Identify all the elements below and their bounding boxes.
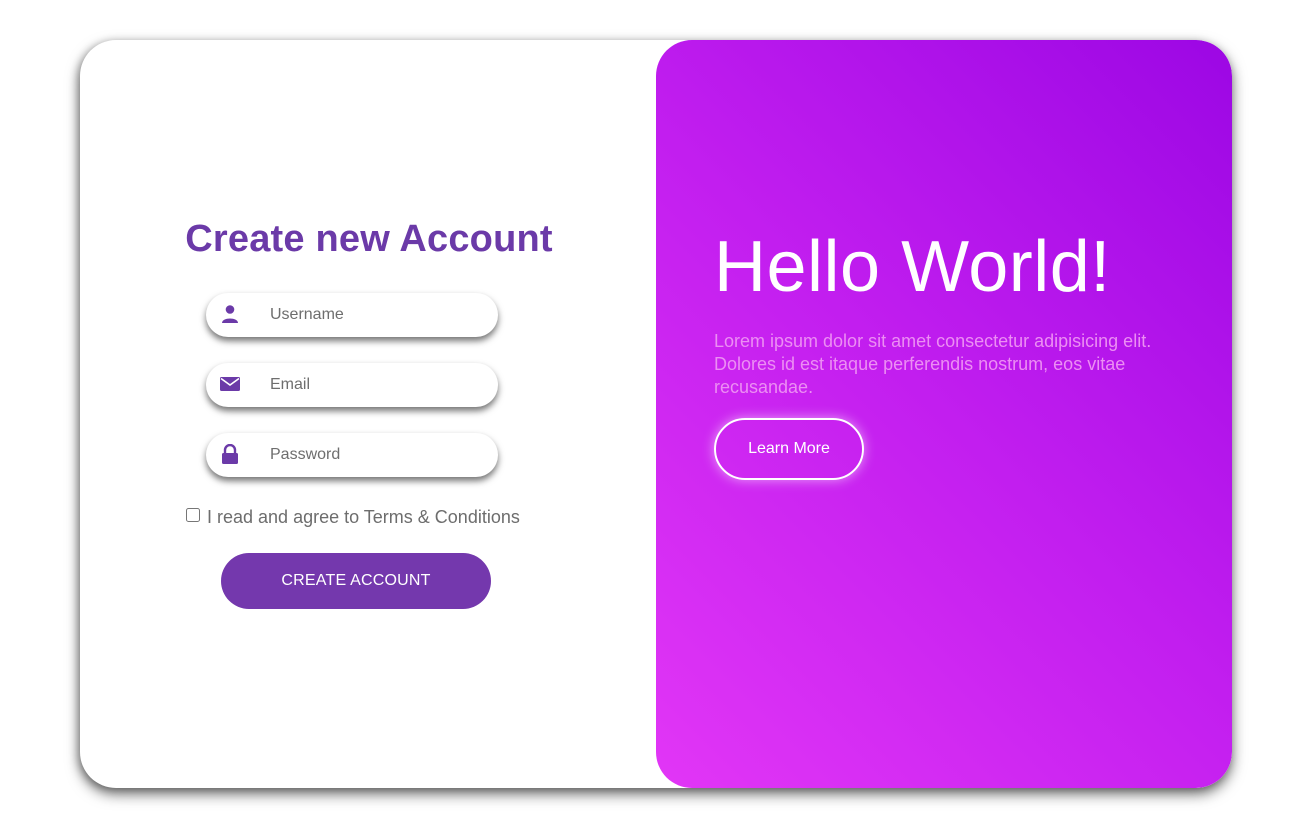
learn-more-button[interactable]: Learn More <box>714 418 864 480</box>
promo-panel: Hello World! Lorem ipsum dolor sit amet … <box>656 40 1232 788</box>
user-icon <box>220 304 240 324</box>
terms-row[interactable]: I read and agree to Terms & Conditions <box>184 506 520 528</box>
password-input[interactable] <box>270 433 480 477</box>
promo-body: Lorem ipsum dolor sit amet consectetur a… <box>714 331 1152 397</box>
email-input[interactable] <box>270 363 480 407</box>
promo-heading: Hello World! <box>714 227 1111 307</box>
envelope-icon <box>220 374 240 394</box>
terms-label: I read and agree to Terms & Conditions <box>207 506 520 527</box>
signup-form-panel: Create new Account Username Email I read… <box>80 40 656 788</box>
form-title: Create new Account <box>185 218 553 260</box>
username-field-wrapper <box>206 293 498 337</box>
username-input[interactable] <box>270 293 480 337</box>
terms-checkbox[interactable] <box>186 508 200 522</box>
email-field-wrapper <box>206 363 498 407</box>
lock-icon <box>220 443 240 464</box>
signup-card: Create new Account Username Email I read… <box>80 40 1232 788</box>
password-field-wrapper <box>206 433 498 477</box>
create-account-button[interactable]: CREATE ACCOUNT <box>221 553 491 609</box>
